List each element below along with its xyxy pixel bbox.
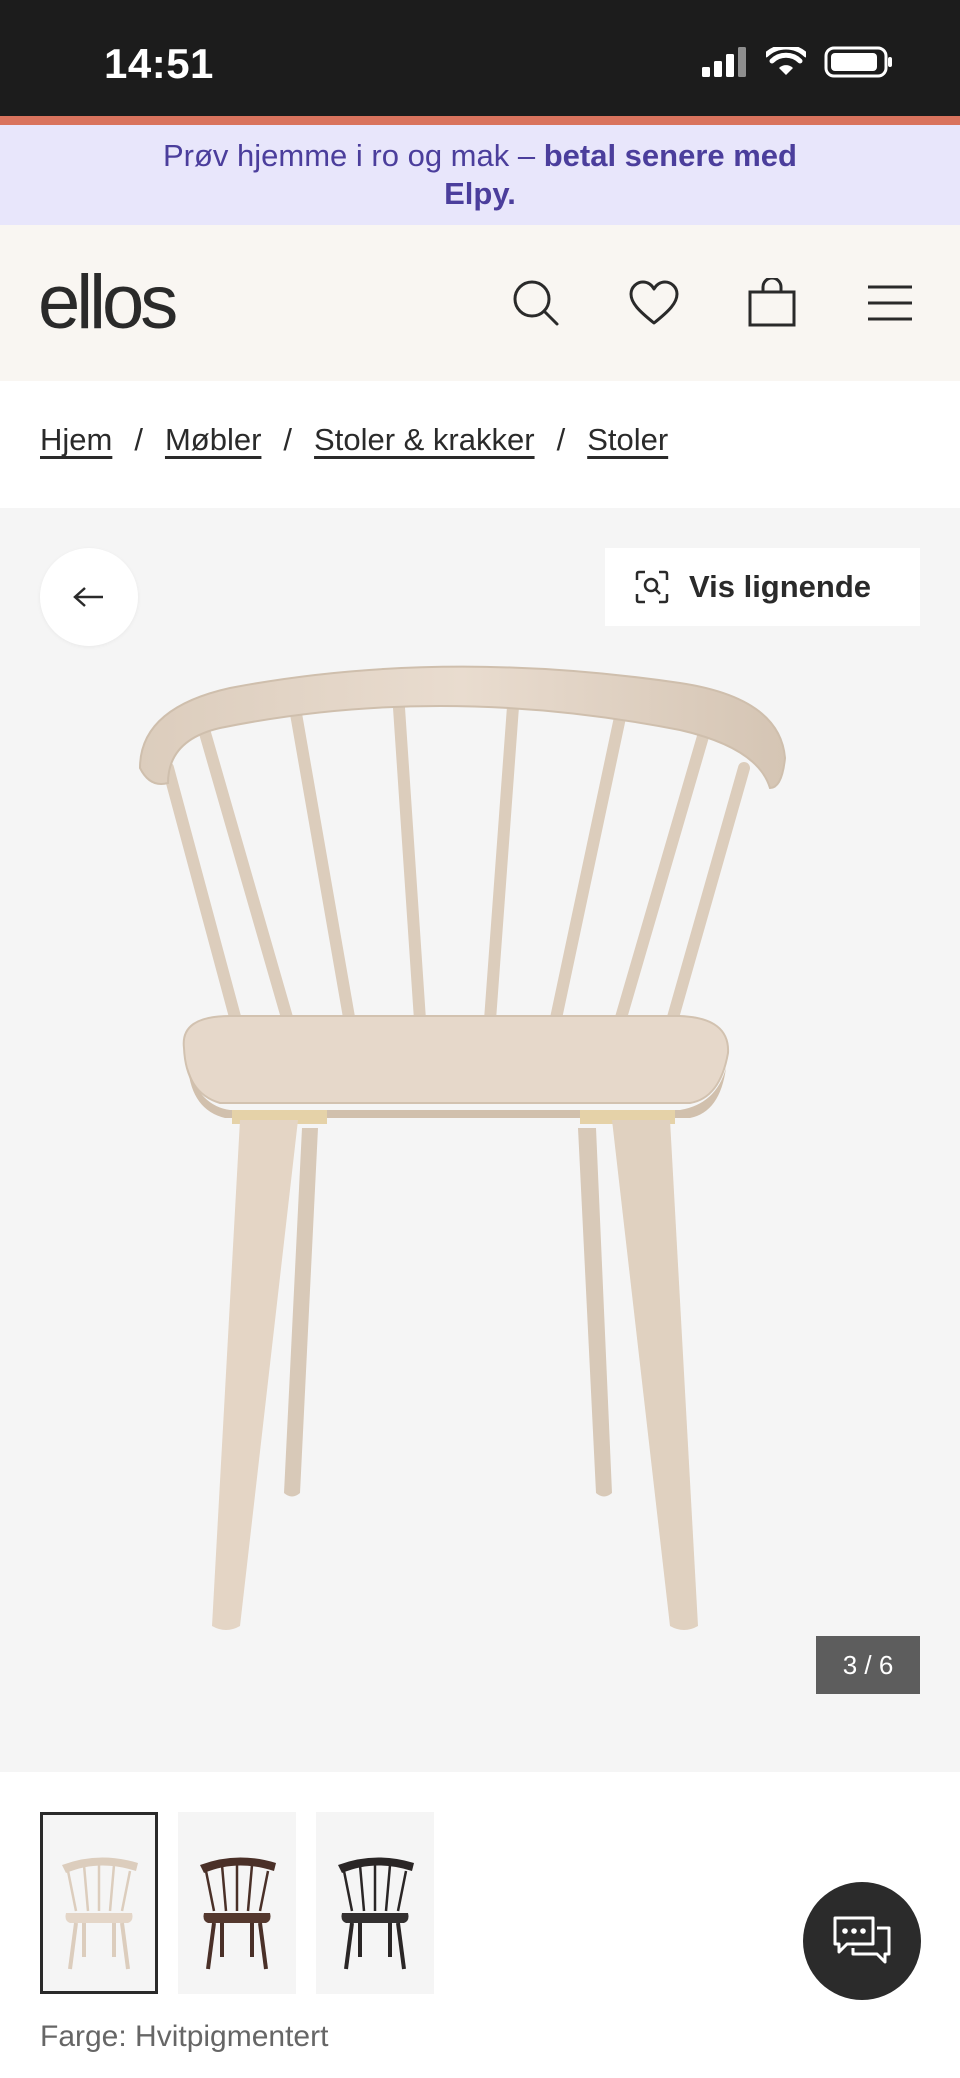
- thumbnail-black[interactable]: [316, 1812, 434, 1994]
- visual-search-icon: [635, 570, 669, 604]
- breadcrumb-home[interactable]: Hjem: [40, 422, 112, 458]
- show-similar-label: Vis lignende: [689, 569, 872, 604]
- status-time: 14:51: [104, 40, 214, 87]
- product-image-chair: [138, 665, 787, 1630]
- promo-link-line2[interactable]: Elpy.: [444, 176, 516, 211]
- breadcrumb-furniture[interactable]: Møbler: [165, 422, 261, 458]
- breadcrumb-chairs[interactable]: Stoler: [587, 422, 668, 458]
- thumbnail-light[interactable]: [40, 1812, 158, 1994]
- menu-icon[interactable]: [862, 275, 918, 331]
- status-icons: [702, 46, 894, 78]
- thumbnail-brown[interactable]: [178, 1812, 296, 1994]
- ellos-logo[interactable]: ellos: [38, 259, 178, 346]
- promo-link-line1[interactable]: betal senere med: [544, 138, 797, 173]
- status-bar: 14:51: [0, 0, 960, 116]
- promo-text: Prøv hjemme i ro og mak –: [162, 138, 544, 173]
- image-counter: 3 / 6: [816, 1636, 920, 1694]
- site-header: ellos: [0, 225, 960, 381]
- heart-icon[interactable]: [626, 275, 682, 331]
- breadcrumb-separator: /: [556, 422, 566, 457]
- back-button[interactable]: [40, 548, 138, 646]
- show-similar-button[interactable]: Vis lignende: [605, 548, 920, 626]
- chair-thumbnail-image: [200, 1857, 276, 1970]
- chat-icon: [833, 1916, 891, 1964]
- breadcrumb: Hjem / Møbler / Stoler & krakker / Stole…: [40, 422, 668, 458]
- shopping-bag-icon[interactable]: [744, 275, 800, 331]
- chair-thumbnail-image: [62, 1857, 138, 1970]
- wifi-icon: [766, 47, 806, 75]
- breadcrumb-separator: /: [134, 422, 143, 457]
- breadcrumb-chairs-stools[interactable]: Stoler & krakker: [314, 422, 535, 458]
- signal-icon: [702, 47, 746, 77]
- product-gallery[interactable]: Vis lignende 3 / 6: [0, 508, 960, 1772]
- arrow-left-icon: [73, 587, 103, 607]
- promo-banner[interactable]: Prøv hjemme i ro og mak – betal senere m…: [0, 125, 960, 225]
- search-icon[interactable]: [508, 275, 564, 331]
- color-label: Farge: Hvitpigmentert: [40, 2020, 329, 2053]
- chair-thumbnail-image: [338, 1857, 414, 1970]
- color-thumbnails: [40, 1812, 434, 1994]
- breadcrumb-separator: /: [283, 422, 293, 457]
- chat-button[interactable]: [803, 1882, 921, 2000]
- battery-icon: [824, 46, 892, 78]
- accent-line: [0, 116, 960, 125]
